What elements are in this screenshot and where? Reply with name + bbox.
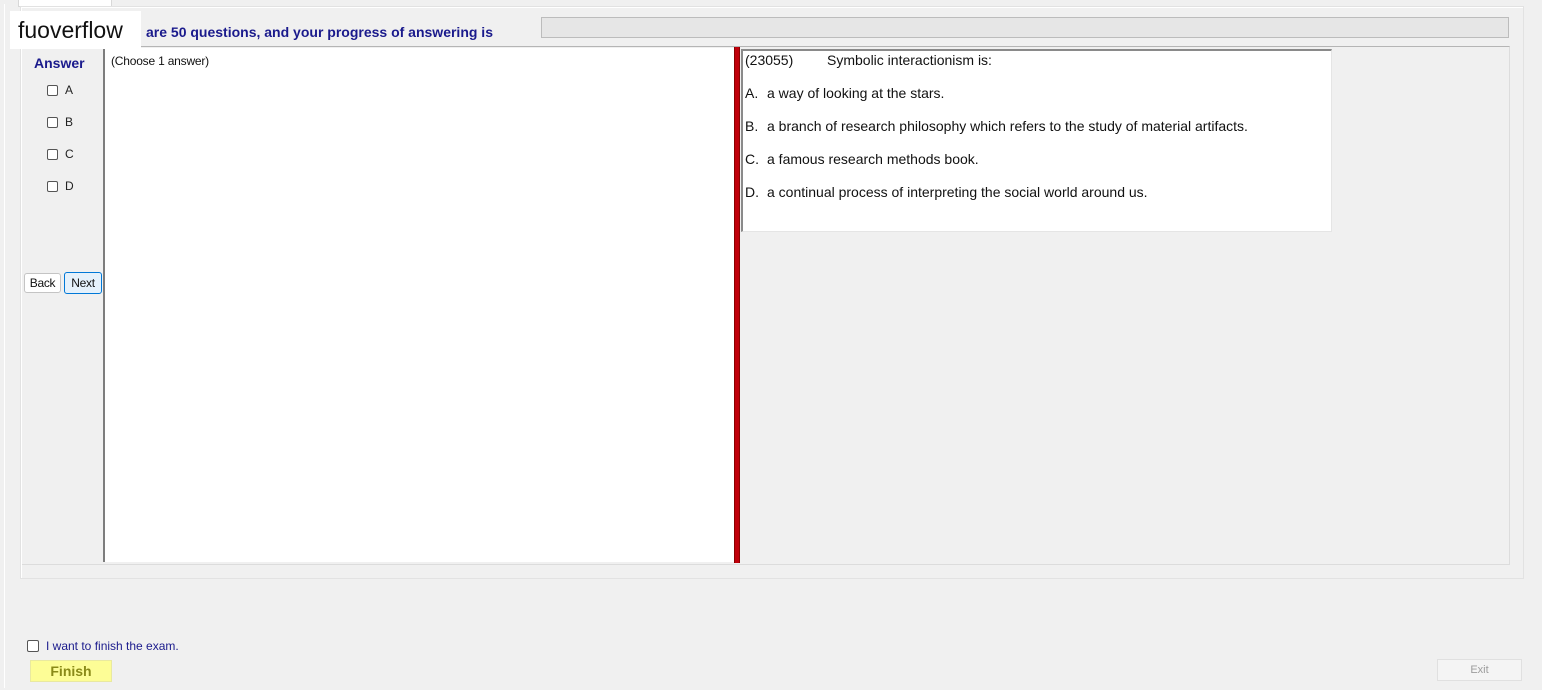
choice-a: A. a way of looking at the stars. <box>745 85 944 101</box>
answer-c-checkbox[interactable] <box>47 148 58 160</box>
question-header: (23055) Symbolic interactionism is: <box>745 52 992 68</box>
answer-b-checkbox[interactable] <box>47 116 58 128</box>
answer-option-d[interactable]: D <box>47 179 74 193</box>
choice-letter: A. <box>745 85 759 101</box>
choice-text: a famous research methods book. <box>767 151 979 167</box>
answer-option-label: A <box>65 83 74 97</box>
choice-letter: B. <box>745 118 759 134</box>
finish-confirm-checkbox[interactable] <box>27 640 39 652</box>
pane-splitter[interactable] <box>734 47 740 563</box>
answer-option-label: D <box>65 179 74 193</box>
choice-text: a continual process of interpreting the … <box>767 184 1148 200</box>
answer-a-checkbox[interactable] <box>47 84 58 96</box>
progress-label: are 50 questions, and your progress of a… <box>146 24 493 40</box>
exit-button[interactable]: Exit <box>1437 659 1522 681</box>
choose-instruction: (Choose 1 answer) <box>111 54 209 68</box>
watermark-logo: fuoverflow <box>10 11 141 49</box>
answer-option-c[interactable]: C <box>47 147 74 161</box>
choice-text: a way of looking at the stars. <box>767 85 945 101</box>
answer-option-a[interactable]: A <box>47 83 73 97</box>
answer-option-b[interactable]: B <box>47 115 73 129</box>
question-text: Symbolic interactionism is: <box>827 52 992 68</box>
finish-confirm-row[interactable]: I want to finish the exam. <box>27 639 179 653</box>
progress-bar <box>541 17 1509 38</box>
next-button[interactable]: Next <box>64 272 102 294</box>
answer-d-checkbox[interactable] <box>47 180 58 192</box>
answer-workspace-pane <box>103 48 734 562</box>
question-box <box>741 49 1332 232</box>
finish-button[interactable]: Finish <box>30 660 112 682</box>
answer-option-label: C <box>65 147 74 161</box>
choice-letter: D. <box>745 184 759 200</box>
choice-text: a branch of research philosophy which re… <box>767 118 1248 134</box>
answer-heading: Answer <box>34 55 85 71</box>
back-button[interactable]: Back <box>24 273 61 293</box>
choice-d: D. a continual process of interpreting th… <box>745 184 1148 200</box>
choice-c: C. a famous research methods book. <box>745 151 979 167</box>
answer-option-label: B <box>65 115 74 129</box>
choice-letter: C. <box>745 151 759 167</box>
choice-b: B. a branch of research philosophy which … <box>745 118 1248 134</box>
question-number: (23055) <box>745 52 794 68</box>
finish-confirm-label: I want to finish the exam. <box>46 639 179 653</box>
